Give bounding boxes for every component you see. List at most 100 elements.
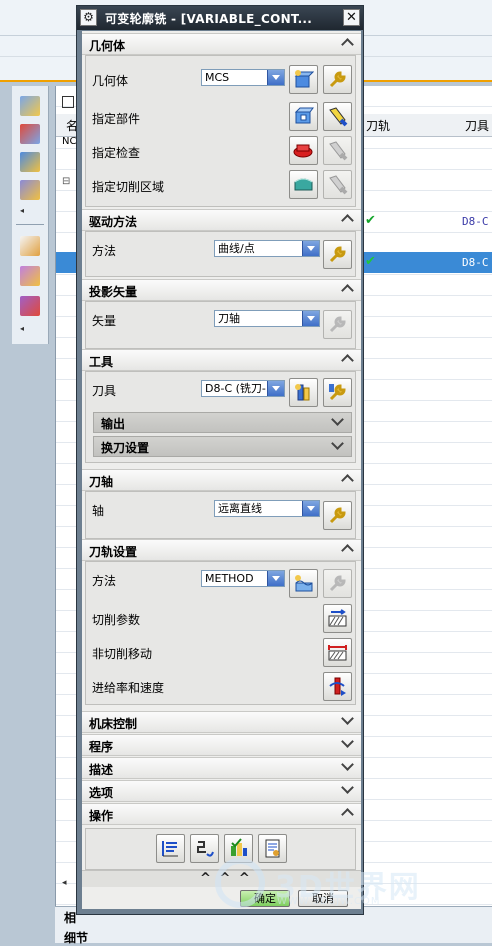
gear-icon[interactable]: ⚙: [80, 9, 97, 26]
cut-params-label: 切削参数: [92, 613, 141, 627]
dialog-title: 可变轮廓铣 - [VARIABLE_CONT...: [105, 12, 313, 26]
section-projection-label: 投影矢量: [89, 285, 138, 299]
specify-part-button[interactable]: [289, 102, 318, 131]
axis-select[interactable]: 远离直线: [214, 500, 320, 517]
geometry-select[interactable]: MCS: [201, 69, 285, 86]
tree-expander-icon[interactable]: ⊟: [62, 176, 70, 187]
related-label[interactable]: 相: [64, 909, 76, 926]
collapse-icon[interactable]: [341, 212, 355, 226]
axis-value: 远离直线: [218, 502, 262, 515]
dialog-content: 几何体 几何体 MCS 指定部件 指定检查 指定切削区域 驱动方法 方法 曲线/…: [82, 31, 361, 909]
expand-icon[interactable]: [341, 714, 355, 728]
show-cut-area-button[interactable]: [323, 170, 352, 199]
collapse-icon[interactable]: [341, 282, 355, 296]
create-program-icon[interactable]: [20, 96, 40, 116]
column-tool[interactable]: 刀具: [465, 117, 489, 134]
chevron-down-icon[interactable]: [302, 241, 319, 256]
section-projection-vector[interactable]: 投影矢量: [82, 279, 361, 301]
operation-icon[interactable]: [20, 236, 40, 256]
cut-params-button[interactable]: [323, 604, 352, 633]
section-actions[interactable]: 操作: [82, 803, 361, 825]
path-settings-body: 方法 METHOD 切削参数 非切削移动 进给率和速度: [85, 561, 356, 705]
scroll-left-icon[interactable]: ◂: [62, 878, 67, 888]
new-method-button[interactable]: [289, 569, 318, 598]
projection-body: 矢量 刀轴: [85, 301, 356, 349]
tool-change-label: 换刀设置: [101, 441, 150, 455]
new-geometry-button[interactable]: [289, 65, 318, 94]
expand-icon[interactable]: [341, 760, 355, 774]
expand-icon[interactable]: [331, 415, 345, 429]
tool-change-subsection[interactable]: 换刀设置: [93, 436, 352, 457]
section-description[interactable]: 描述: [82, 757, 361, 779]
generate-button[interactable]: [156, 834, 185, 863]
chevron-down-icon[interactable]: [302, 501, 319, 516]
edit-method-button[interactable]: [323, 569, 352, 598]
edit-object-icon[interactable]: [20, 266, 40, 286]
section-tool-axis[interactable]: 刀轴: [82, 469, 361, 491]
create-geometry-icon[interactable]: [20, 152, 40, 172]
section-machine-control[interactable]: 机床控制: [82, 711, 361, 733]
toolpath-ok-icon: ✔: [365, 213, 376, 228]
feeds-speeds-button[interactable]: [323, 672, 352, 701]
nav-checkbox[interactable]: [62, 96, 74, 108]
vector-select[interactable]: 刀轴: [214, 310, 320, 327]
nav-row-tool[interactable]: D8-C: [462, 256, 489, 269]
expand-icon[interactable]: [341, 737, 355, 751]
specify-check-button[interactable]: [289, 136, 318, 165]
chevron-down-icon[interactable]: [267, 381, 284, 396]
expand-icon[interactable]: [341, 783, 355, 797]
drive-method-select[interactable]: 曲线/点: [214, 240, 320, 257]
dialog-titlebar[interactable]: ⚙ 可变轮廓铣 - [VARIABLE_CONT... ✕: [77, 6, 363, 30]
section-tool[interactable]: 工具: [82, 349, 361, 371]
create-method-icon[interactable]: [20, 180, 40, 200]
cut-area-icon: [294, 178, 313, 191]
chevron-down-icon[interactable]: [302, 311, 319, 326]
wrench-icon: [329, 246, 346, 263]
specify-part-label: 指定部件: [92, 112, 141, 126]
method-select[interactable]: METHOD: [201, 570, 285, 587]
collapse-icon[interactable]: [341, 806, 355, 820]
expand-arrow-icon[interactable]: ◂: [20, 206, 24, 215]
show-check-button[interactable]: [323, 136, 352, 165]
specify-check-label: 指定检查: [92, 146, 141, 160]
wrench-icon: [329, 71, 346, 88]
details-label[interactable]: 细节: [64, 929, 88, 946]
expand-arrow-icon[interactable]: ◂: [20, 324, 24, 333]
drive-method-value: 曲线/点: [218, 242, 255, 255]
new-tool-button[interactable]: [289, 378, 318, 407]
edit-tool-button[interactable]: [323, 378, 352, 407]
tool-select[interactable]: D8-C (铣刀-: [201, 380, 285, 397]
collapse-icon[interactable]: [341, 36, 355, 50]
collapse-icon[interactable]: [341, 352, 355, 366]
output-subsection[interactable]: 输出: [93, 412, 352, 433]
section-path-settings[interactable]: 刀轨设置: [82, 539, 361, 561]
wrench-icon: [329, 507, 346, 524]
section-geometry[interactable]: 几何体: [82, 33, 361, 55]
chevron-down-icon[interactable]: [267, 70, 284, 85]
tool-body: 刀具 D8-C (铣刀- 输出 换刀设置: [85, 371, 356, 463]
delete-object-icon[interactable]: [20, 296, 40, 316]
create-tool-icon[interactable]: [20, 124, 40, 144]
edit-geometry-button[interactable]: [323, 65, 352, 94]
drive-method-label: 方法: [92, 244, 117, 258]
chevron-down-icon[interactable]: [267, 571, 284, 586]
nav-row-tool[interactable]: D8-C: [462, 215, 489, 228]
non-cut-moves-button[interactable]: [323, 638, 352, 667]
column-toolpath[interactable]: 刀轨: [366, 117, 390, 134]
section-options[interactable]: 选项: [82, 780, 361, 802]
edit-drive-method-button[interactable]: [323, 240, 352, 269]
vector-label: 矢量: [92, 314, 117, 328]
close-button[interactable]: ✕: [343, 9, 360, 26]
section-drive-method[interactable]: 驱动方法: [82, 209, 361, 231]
watermark-url: WWW.3DSJW.COM: [277, 896, 381, 907]
collapse-icon[interactable]: [341, 542, 355, 556]
specify-cut-area-button[interactable]: [289, 170, 318, 199]
section-program[interactable]: 程序: [82, 734, 361, 756]
show-part-button[interactable]: [323, 102, 352, 131]
collapse-icon[interactable]: [341, 472, 355, 486]
non-cut-moves-label: 非切削移动: [92, 647, 153, 661]
edit-axis-button[interactable]: [323, 501, 352, 530]
expand-icon[interactable]: [331, 439, 345, 453]
edit-vector-button[interactable]: [323, 310, 352, 339]
wrench-icon: [329, 316, 346, 333]
